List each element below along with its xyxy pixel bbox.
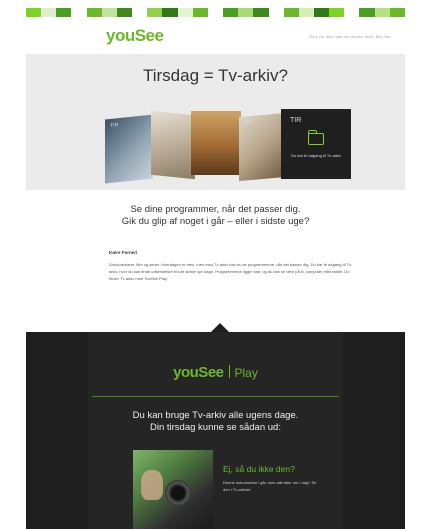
stripe-segment xyxy=(177,8,193,17)
stripe-segment xyxy=(359,8,375,17)
feature-card[interactable]: Ej, så du ikke den? Denne dokumentar i g… xyxy=(133,450,333,529)
tile-day-label: TIR xyxy=(110,122,119,129)
stripe-segment xyxy=(116,8,133,17)
stripe-segment xyxy=(86,8,102,17)
stripe-segment xyxy=(268,8,284,17)
greeting: Kære Forneri xyxy=(109,250,138,255)
stripe-segment xyxy=(56,8,72,17)
archive-title-line: Din tirsdag kunne se sådan ud: xyxy=(150,422,281,433)
tile-caption: Du har fri adgang til Tv-arkiv xyxy=(290,153,342,158)
feature-image[interactable] xyxy=(133,450,213,529)
stripe-segment xyxy=(223,8,239,17)
play-section: youSee Play Du kan bruge Tv-arkiv alle ug… xyxy=(26,332,405,529)
view-online-link[interactable]: Hvis du ikke kan se denne mail, klik her xyxy=(309,34,391,39)
tile-day-label: TIR xyxy=(244,119,253,127)
stripe-segment xyxy=(298,8,314,17)
stripe-segment xyxy=(238,8,254,17)
stripe-segment xyxy=(71,8,87,17)
stripe-segment xyxy=(313,8,330,17)
program-tiles: TIR TIR TIR Du har fri adgang til Tv-ark… xyxy=(81,109,351,184)
archive-title-line: Du kan bruge Tv-arkiv alle ugens dage. xyxy=(132,410,299,421)
top-header: youSee Hvis du ikke kan se denne mail, k… xyxy=(26,22,405,52)
stripe-segment xyxy=(101,8,117,17)
stripe-segment xyxy=(374,8,390,17)
archive-title: Du kan bruge Tv-arkiv alle ugens dage. D… xyxy=(88,410,343,434)
logo-separator xyxy=(228,365,230,378)
hero-section: Tirsdag = Tv-arkiv? TIR TIR TIR Du har f… xyxy=(26,54,405,190)
lead-line: Gik du glip af noget i går – eller i sid… xyxy=(121,216,310,227)
stripe-segment xyxy=(26,8,42,17)
brand-stripe xyxy=(26,8,405,17)
stripe-segment xyxy=(192,8,208,17)
program-tile[interactable] xyxy=(151,110,195,180)
tile-day-label: TIR xyxy=(290,117,302,124)
play-logo-brand: youSee xyxy=(173,364,224,381)
newsletter: youSee Hvis du ikke kan se denne mail, k… xyxy=(26,0,405,529)
body-text: Dokumentarer, film og serier. Hverdagen … xyxy=(109,262,353,282)
person-figure xyxy=(141,470,163,500)
play-panel: youSee Play Du kan bruge Tv-arkiv alle ug… xyxy=(88,332,343,529)
stripe-segment xyxy=(132,8,148,17)
folder-icon xyxy=(307,130,324,145)
stripe-segment xyxy=(389,8,405,17)
lead-line: Se dine programmer, når det passer dig. xyxy=(130,204,301,215)
feature-title[interactable]: Ej, så du ikke den? xyxy=(223,464,295,474)
tv-archive-tile[interactable]: TIR Du har fri adgang til Tv-arkiv xyxy=(281,109,351,179)
stripe-segment xyxy=(147,8,163,17)
camera-lens xyxy=(165,480,191,506)
yousee-play-logo[interactable]: youSee Play xyxy=(88,364,343,382)
yousee-logo[interactable]: youSee xyxy=(106,26,164,46)
stripe-segment xyxy=(344,8,360,17)
divider xyxy=(92,396,339,397)
stripe-segment xyxy=(41,8,57,17)
play-logo-label: Play xyxy=(234,366,258,380)
stripe-segment xyxy=(283,8,299,17)
feature-text: Denne dokumentar i går, som alle taler o… xyxy=(223,480,317,492)
stripe-segment xyxy=(253,8,269,17)
hero-title: Tirsdag = Tv-arkiv? xyxy=(142,66,288,85)
stripe-segment xyxy=(329,8,345,17)
program-tile[interactable]: TIR xyxy=(105,114,153,184)
program-tile[interactable] xyxy=(191,111,241,175)
stripe-segment xyxy=(162,8,178,17)
program-tile[interactable]: TIR xyxy=(239,112,285,182)
body-copy: Kære Forneri Dokumentarer, film og serie… xyxy=(109,250,359,283)
stripe-segment xyxy=(207,8,224,17)
lead-text: Se dine programmer, når det passer dig. … xyxy=(26,204,405,228)
